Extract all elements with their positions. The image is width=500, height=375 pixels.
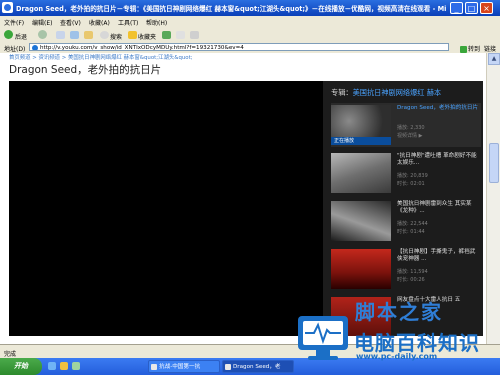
watermark-monitor-logo: [298, 316, 348, 360]
maximize-button[interactable]: □: [465, 2, 478, 14]
go-label: 转到: [468, 46, 481, 53]
close-button[interactable]: ×: [480, 2, 493, 14]
window-titlebar: Dragon Seed，老外拍的抗日片－专辑：《美国抗日神剧网络爆红 赫本窗&q…: [0, 0, 500, 16]
quicklaunch-ie-icon[interactable]: [48, 362, 56, 370]
favorites-star-icon[interactable]: [128, 31, 137, 39]
history-icon[interactable]: [162, 31, 171, 39]
ie-icon: [151, 364, 157, 370]
menu-tools[interactable]: 工具(T): [118, 18, 138, 27]
playlist-item-views: 播放: 20,839: [397, 173, 428, 179]
playlist-item-duration: 时长: 00:26: [397, 277, 425, 283]
menu-edit[interactable]: 编辑(E): [32, 18, 52, 27]
video-thumbnail[interactable]: [331, 153, 391, 193]
playlist-name[interactable]: 美国抗日神剧网络爆红 赫本: [353, 88, 442, 97]
playlist-title: 专辑：美国抗日神剧网络爆红 赫本: [331, 88, 441, 98]
links-button[interactable]: 链接: [484, 44, 496, 53]
back-arrow-icon[interactable]: [4, 30, 13, 39]
playlist-item-title[interactable]: Dragon Seed，老外拍的抗日片: [397, 105, 479, 112]
address-label: 地址(D): [4, 46, 26, 53]
ie-icon: [225, 364, 231, 370]
menu-file[interactable]: 文件(F): [4, 18, 24, 27]
ie-icon: [2, 2, 13, 13]
video-details-link[interactable]: 视频详情 ▶: [397, 133, 422, 139]
favorites-button[interactable]: 收藏夹: [138, 32, 156, 41]
playlist-item[interactable]: 正在播放 Dragon Seed，老外拍的抗日片 播放: 2,330 视频详情 …: [331, 103, 481, 147]
playlist-item-duration: 时长: 02:01: [397, 181, 425, 187]
now-playing-badge: 正在播放: [331, 137, 391, 145]
go-arrow-icon: [460, 46, 467, 53]
quicklaunch-folder-icon[interactable]: [60, 362, 68, 370]
playlist-item-views: 播放: 11,594: [397, 269, 428, 275]
watermark-url: www.pc-daily.com: [356, 352, 438, 361]
mail-icon[interactable]: [176, 31, 185, 39]
stop-icon[interactable]: [56, 31, 65, 39]
scroll-up-icon[interactable]: ▲: [488, 53, 500, 65]
window-title: Dragon Seed，老外拍的抗日片－专辑：《美国抗日神剧网络爆红 赫本窗&q…: [16, 5, 446, 13]
breadcrumb[interactable]: 首页频道 > 资讯频道 > 美国抗日神剧网络爆红 赫本窗&quot;江湖头&qu…: [9, 53, 193, 61]
go-button[interactable]: 转到: [460, 44, 480, 53]
playlist-item-title[interactable]: 美国抗日神剧雷到众生 其实某《龙种》...: [397, 201, 479, 215]
playlist-item[interactable]: 美国抗日神剧雷到众生 其实某《龙种》... 播放: 22,544 时长: 01:…: [331, 199, 481, 243]
refresh-icon[interactable]: [70, 31, 79, 39]
playlist-item-duration: 时长: 01:44: [397, 229, 425, 235]
home-icon[interactable]: [84, 31, 93, 39]
playlist-label: 专辑：: [331, 88, 353, 97]
search-icon[interactable]: [100, 31, 109, 39]
menu-favorites[interactable]: 收藏(A): [89, 18, 110, 27]
quicklaunch-desktop-icon[interactable]: [72, 362, 80, 370]
task-label: 抗战-中国第一抗: [159, 364, 201, 370]
start-button[interactable]: 开始: [0, 358, 42, 375]
vertical-scrollbar[interactable]: ▲ ▼: [486, 53, 500, 358]
status-text: 完成: [4, 351, 17, 358]
print-icon[interactable]: [190, 31, 199, 39]
video-thumbnail[interactable]: [331, 249, 391, 289]
playlist-item-views: 播放: 2,330: [397, 125, 425, 131]
toolbar: 后退 搜索 收藏夹: [0, 28, 500, 43]
playlist-item[interactable]: 【抗日神剧】手撕鬼子，裤裆武侠宠神器 ... 播放: 11,594 时长: 00…: [331, 247, 481, 291]
address-url: http://v.youku.com/v_show/id_XNTIxODcyMD…: [40, 45, 244, 51]
playlist-item-title[interactable]: "抗日神剧"遭吐槽 革命剧好不能太娱乐...: [397, 153, 479, 167]
search-button[interactable]: 搜索: [110, 32, 122, 41]
video-thumbnail[interactable]: 正在播放: [331, 105, 391, 145]
menu-view[interactable]: 查看(V): [60, 18, 81, 27]
watermark-text: 脚本之家: [355, 300, 443, 324]
video-thumbnail[interactable]: [331, 201, 391, 241]
page-title: Dragon Seed，老外拍的抗日片: [9, 64, 162, 76]
playlist-item-title[interactable]: 【抗日神剧】手撕鬼子，裤裆武侠宠神器 ...: [397, 249, 479, 263]
minimize-button[interactable]: _: [450, 2, 463, 14]
forward-arrow-icon[interactable]: [38, 30, 47, 39]
task-label: Dragon Seed，老: [233, 364, 281, 370]
page-icon: [32, 45, 38, 50]
video-player[interactable]: [9, 81, 323, 336]
address-input[interactable]: http://v.youku.com/v_show/id_XNTIxODcyMD…: [29, 43, 449, 51]
menu-help[interactable]: 帮助(H): [146, 18, 167, 27]
scrollbar-thumb[interactable]: [489, 143, 499, 183]
back-button[interactable]: 后退: [15, 32, 27, 41]
task-button[interactable]: Dragon Seed，老: [222, 360, 294, 373]
task-button[interactable]: 抗战-中国第一抗: [148, 360, 220, 373]
playlist-item-views: 播放: 22,544: [397, 221, 428, 227]
playlist-item[interactable]: "抗日神剧"遭吐槽 革命剧好不能太娱乐... 播放: 20,839 时长: 02…: [331, 151, 481, 195]
